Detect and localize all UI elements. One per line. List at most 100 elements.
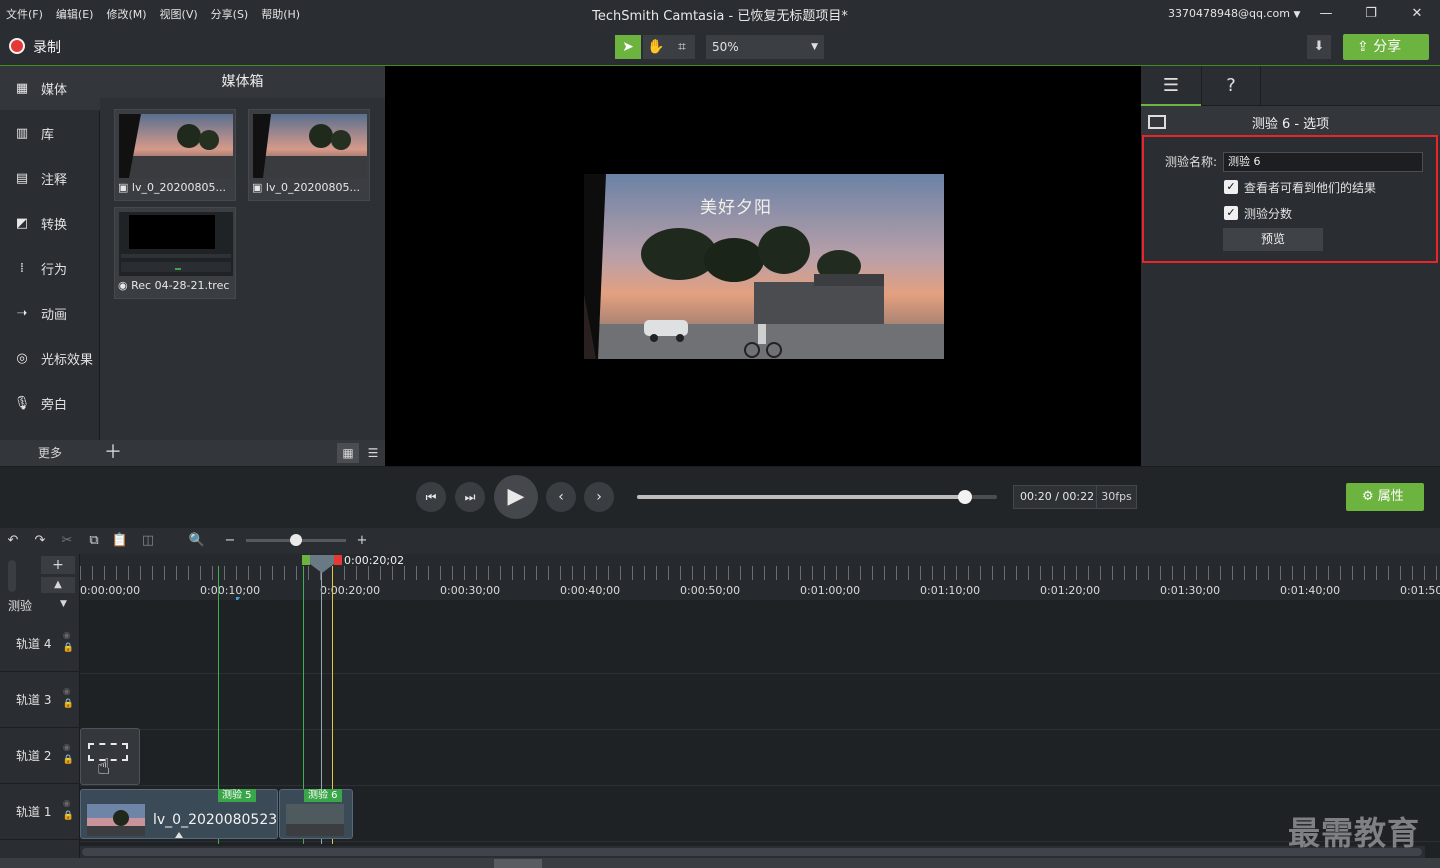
track-lane-4[interactable] xyxy=(80,618,1440,674)
taskbar-thumb xyxy=(494,859,542,868)
next-marker-icon[interactable]: › xyxy=(584,482,614,512)
ruler-tick-label: 0:00:30;00 xyxy=(440,584,501,597)
status-bar xyxy=(0,858,1440,868)
clip-marker-icon xyxy=(175,832,183,838)
playhead-time: 0:00:20;02 xyxy=(344,554,405,567)
add-track-icon[interactable]: + xyxy=(41,556,75,574)
minimize-button[interactable]: — xyxy=(1311,4,1341,24)
rail-item-label: 转换 xyxy=(41,217,68,233)
selection-end-handle[interactable] xyxy=(334,555,342,565)
properties-title: 测验 6 - 选项 xyxy=(1251,117,1330,132)
track-header-1[interactable]: 轨道 1 ◉ 🔒 xyxy=(0,784,80,840)
media-item[interactable]: ◉ Rec 04-28-21.trec xyxy=(114,207,236,299)
behavior-icon: ⁞ xyxy=(19,260,25,276)
eye-icon[interactable]: ◉ 🔒 xyxy=(63,630,74,654)
selection-start-handle[interactable] xyxy=(302,555,310,565)
rail-more-button[interactable]: 更多 xyxy=(0,440,100,466)
close-button[interactable]: ✕ xyxy=(1402,4,1432,24)
score-checkbox[interactable]: ✓ xyxy=(1224,206,1238,220)
callout-icon: ▤ xyxy=(15,170,29,186)
track-label: 轨道 2 xyxy=(16,749,52,763)
redo-icon[interactable]: ↷ xyxy=(29,531,51,551)
rail-item-narration[interactable]: 🎙 旁白 xyxy=(0,381,100,425)
track-header-2[interactable]: 轨道 2 ◉ 🔒 xyxy=(0,728,80,784)
grid-view-icon[interactable]: ▦ xyxy=(337,443,359,463)
scrub-handle[interactable] xyxy=(957,490,972,504)
eye-icon[interactable]: ◉ 🔒 xyxy=(63,742,74,766)
ruler-tick-label: 0:01:40;00 xyxy=(1280,584,1341,597)
hand-tool-icon[interactable]: ✋ xyxy=(643,35,669,59)
menu-help[interactable]: 帮助(H) xyxy=(261,6,300,22)
preview-button[interactable]: 预览 xyxy=(1223,228,1323,251)
quiz-lane-label[interactable]: 测验 xyxy=(8,597,32,614)
track-header-3[interactable]: 轨道 3 ◉ 🔒 xyxy=(0,672,80,728)
properties-button[interactable]: ⚙ 属性 xyxy=(1346,483,1424,511)
track-lane-2[interactable] xyxy=(80,730,1440,786)
timeline-scrollbar-thumb[interactable] xyxy=(82,848,1422,856)
record-icon[interactable] xyxy=(9,38,25,54)
media-item[interactable]: ▣ lv_0_20200805... xyxy=(248,109,370,201)
zoom-out-icon[interactable]: − xyxy=(219,531,241,551)
previous-marker-icon[interactable]: ‹ xyxy=(546,482,576,512)
share-button[interactable]: ⇪ 分享 xyxy=(1343,34,1429,60)
account-menu[interactable]: 3370478948@qq.com ▼ xyxy=(1168,7,1300,20)
ruler-tick-label: 0:01:30;00 xyxy=(1160,584,1221,597)
cut-icon[interactable]: ✂ xyxy=(56,531,78,551)
play-icon[interactable]: ▶ xyxy=(494,475,538,519)
rail-item-transitions[interactable]: ◩ 转换 xyxy=(0,201,100,245)
download-icon[interactable]: ⬇ xyxy=(1307,35,1331,59)
rail-item-library[interactable]: ▥ 库 xyxy=(0,111,100,155)
quiz-name-input[interactable]: 测验 6 xyxy=(1223,152,1423,172)
undo-icon[interactable]: ↶ xyxy=(2,531,24,551)
eye-icon[interactable]: ◉ 🔒 xyxy=(63,798,74,822)
menu-modify[interactable]: 修改(M) xyxy=(106,6,146,22)
results-checkbox[interactable]: ✓ xyxy=(1224,180,1238,194)
media-item-caption: ◉ Rec 04-28-21.trec xyxy=(118,279,236,292)
split-icon[interactable]: ◫ xyxy=(137,531,159,551)
rail-item-animations[interactable]: ➝ 动画 xyxy=(0,291,100,335)
rail-item-annotations[interactable]: ▤ 注释 xyxy=(0,156,100,200)
timeline-zoom-handle[interactable] xyxy=(290,534,302,546)
zoom-in-icon[interactable]: + xyxy=(351,531,373,551)
copy-icon[interactable]: ⧉ xyxy=(83,531,105,551)
track-header-4[interactable]: 轨道 4 ◉ 🔒 xyxy=(0,616,80,672)
restore-button[interactable]: ❐ xyxy=(1356,4,1386,24)
cursor-clip[interactable]: ☝ xyxy=(80,728,140,785)
frame-forward-icon[interactable]: ⏭ xyxy=(455,482,485,512)
select-tool-icon[interactable]: ➤ xyxy=(615,35,641,59)
track-label: 轨道 1 xyxy=(16,805,52,819)
track-lane-3[interactable] xyxy=(80,674,1440,730)
eye-icon[interactable]: ◉ 🔒 xyxy=(63,686,74,710)
rail-item-behaviors[interactable]: ⁞ 行为 xyxy=(0,246,100,290)
rail-item-label: 旁白 xyxy=(41,397,68,413)
track-label: 轨道 3 xyxy=(16,693,52,707)
collapse-icon[interactable]: ▲ xyxy=(41,577,75,593)
crop-tool-icon[interactable]: ⌗ xyxy=(669,35,695,59)
menu-view[interactable]: 视图(V) xyxy=(160,6,198,22)
quiz-6-badge[interactable]: 测验 6 xyxy=(304,789,342,802)
track-height-slider[interactable] xyxy=(8,560,16,592)
chevron-down-icon[interactable]: ▼ xyxy=(60,599,67,609)
add-media-icon[interactable]: ＋ xyxy=(104,440,124,466)
menu-file[interactable]: 文件(F) xyxy=(6,6,43,22)
list-view-icon[interactable]: ☰ xyxy=(362,443,384,463)
video-file-icon: ▣ xyxy=(118,181,129,194)
menu-edit[interactable]: 编辑(E) xyxy=(56,6,94,22)
rail-item-cursor-effects[interactable]: ◎ 光标效果 xyxy=(0,336,100,380)
step-back-icon[interactable]: ⏮ xyxy=(416,482,446,512)
record-button[interactable]: 录制 xyxy=(33,37,61,57)
media-item[interactable]: ▣ lv_0_20200805... xyxy=(114,109,236,201)
share-label: 分享 xyxy=(1373,39,1402,55)
zoom-select[interactable]: 50% ▼ xyxy=(706,35,824,59)
properties-tab-icon[interactable]: ☰ xyxy=(1141,66,1201,106)
help-tab[interactable]: ? xyxy=(1201,66,1261,106)
paste-icon[interactable]: 📋 xyxy=(109,531,131,551)
quiz-5-badge[interactable]: 测验 5 xyxy=(218,789,256,802)
film-icon: ▦ xyxy=(15,80,29,96)
zoom-search-icon[interactable]: 🔍 xyxy=(186,531,208,551)
share-icon: ⇪ xyxy=(1357,39,1369,55)
ruler-tick-label: 0:00:50;00 xyxy=(680,584,741,597)
clip-thumbnail xyxy=(286,804,344,836)
menu-share[interactable]: 分享(S) xyxy=(211,6,249,22)
rail-item-media[interactable]: ▦ 媒体 xyxy=(0,66,100,110)
